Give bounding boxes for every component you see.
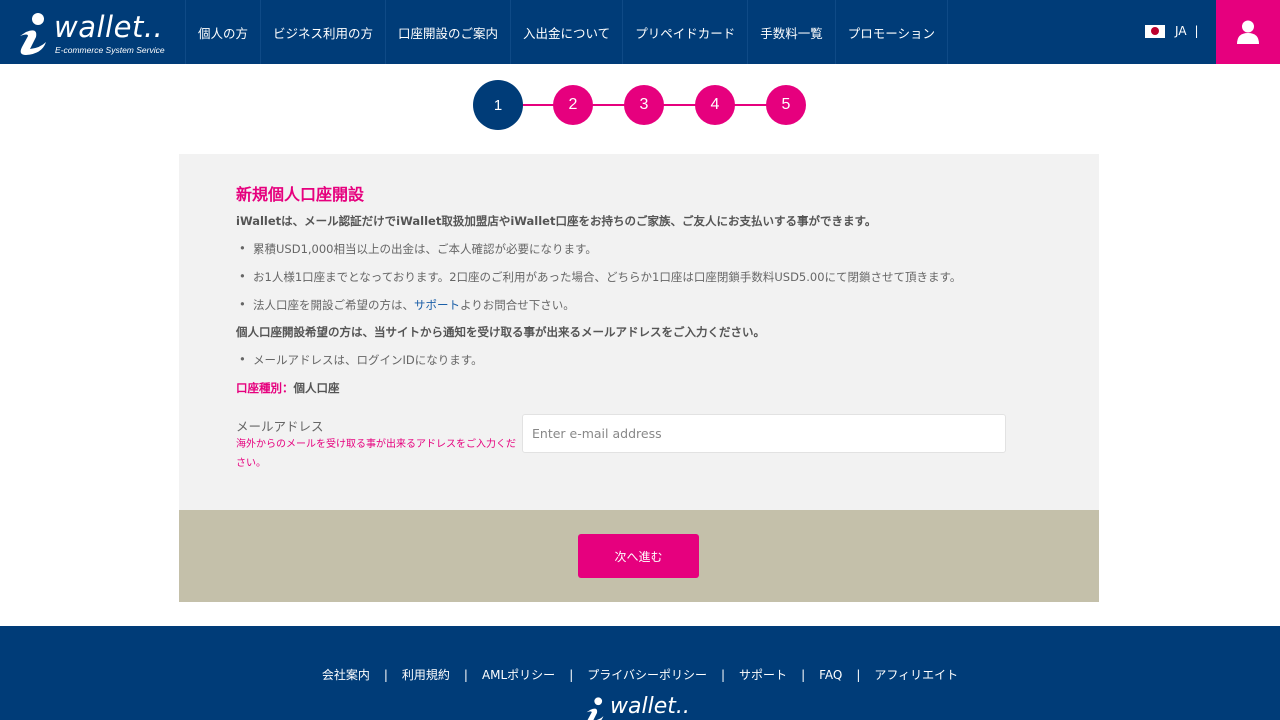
logo-tagline: E-commerce System Service (55, 45, 165, 55)
footer-separator: | (383, 668, 388, 682)
footer-separator: | (569, 668, 574, 682)
step-2: 2 (553, 85, 593, 125)
account-type-value: 個人口座 (293, 381, 340, 395)
user-icon (1237, 20, 1259, 44)
site-header: wallet.. E-commerce System Service 個人の方 … (0, 0, 1280, 64)
form-intro: iWalletは、メール認証だけでiWallet取扱加盟店やiWallet口座を… (236, 214, 877, 228)
account-type: 口座種別：個人口座 (236, 380, 340, 396)
email-input[interactable] (522, 414, 1006, 453)
footer-link-aml[interactable]: AMLポリシー (482, 668, 555, 682)
logo-wordmark: wallet.. (54, 10, 164, 44)
nav-business[interactable]: ビジネス利用の方 (260, 0, 385, 64)
email-note: 海外からのメールを受け取る事が出来るアドレスをご入力ください。 (236, 439, 516, 469)
footer-link-terms[interactable]: 利用規約 (402, 668, 450, 682)
step-4: 4 (695, 85, 735, 125)
language-separator: | (1194, 24, 1199, 38)
main-nav: 個人の方 ビジネス利用の方 口座開設のご案内 入出金について プリペイドカード … (185, 0, 948, 64)
step-1: 1 (473, 80, 523, 130)
bullet-one-account: お1人様1口座までとなっております。2口座のご利用があった場合、どちらか1口座は… (239, 269, 961, 285)
step-5: 5 (766, 85, 806, 125)
nav-personal[interactable]: 個人の方 (185, 0, 260, 64)
email-label: メールアドレス (236, 419, 324, 434)
footer-separator: | (721, 668, 726, 682)
corporate-text-suffix: よりお問合せ下さい。 (460, 298, 575, 312)
bullet-withdrawal-kyc: 累積USD1,000相当以上の出金は、ご本人確認が必要になります。 (239, 241, 597, 257)
form-title: 新規個人口座開設 (236, 185, 365, 204)
user-login-button[interactable] (1216, 0, 1280, 64)
nav-promotion[interactable]: プロモーション (834, 0, 948, 64)
footer-link-support[interactable]: サポート (739, 668, 787, 682)
nav-fees[interactable]: 手数料一覧 (747, 0, 835, 64)
footer-separator: | (801, 668, 806, 682)
footer-logo-icon (586, 697, 604, 720)
footer-logo[interactable]: wallet.. (584, 694, 704, 720)
email-instruction: 個人口座開設希望の方は、当サイトから通知を受け取る事が出来るメールアドレスをご入… (236, 325, 765, 339)
account-type-label: 口座種別： (236, 381, 294, 395)
language-selector[interactable]: JA | (1145, 24, 1199, 38)
footer-separator: | (463, 668, 468, 682)
nav-deposit-withdrawal[interactable]: 入出金について (510, 0, 622, 64)
footer-links: 会社案内 | 利用規約 | AMLポリシー | プライバシーポリシー | サポート | FAQ | アフ… (0, 666, 1280, 683)
footer-link-company[interactable]: 会社案内 (322, 668, 370, 682)
bullet-corporate: 法人口座を開設ご希望の方は、サポートよりお問合せ下さい。 (239, 297, 575, 313)
site-footer: 会社案内 | 利用規約 | AMLポリシー | プライバシーポリシー | サポート | FAQ | アフ… (0, 626, 1280, 720)
support-link[interactable]: サポート (414, 298, 460, 312)
iwallet-logo[interactable]: wallet.. E-commerce System Service (14, 8, 174, 58)
form-actions: 次へ進む (179, 510, 1099, 602)
japan-flag-icon (1145, 24, 1165, 38)
footer-separator: | (856, 668, 861, 682)
iwallet-logo-icon (20, 13, 46, 55)
footer-link-affiliate[interactable]: アフィリエイト (874, 668, 958, 682)
nav-account-opening[interactable]: 口座開設のご案内 (385, 0, 510, 64)
account-opening-form: 新規個人口座開設 iWalletは、メール認証だけでiWallet取扱加盟店やi… (179, 154, 1099, 510)
step-3: 3 (624, 85, 664, 125)
footer-link-privacy[interactable]: プライバシーポリシー (587, 668, 707, 682)
corporate-text-prefix: 法人口座を開設ご希望の方は、 (253, 298, 414, 312)
nav-prepaid-card[interactable]: プリペイドカード (622, 0, 747, 64)
footer-link-faq[interactable]: FAQ (819, 668, 842, 682)
language-code: JA (1175, 24, 1187, 38)
next-button[interactable]: 次へ進む (578, 534, 699, 578)
footer-logo-wordmark: wallet.. (610, 694, 690, 719)
bullet-login-id: メールアドレスは、ログインIDになります。 (239, 352, 483, 368)
